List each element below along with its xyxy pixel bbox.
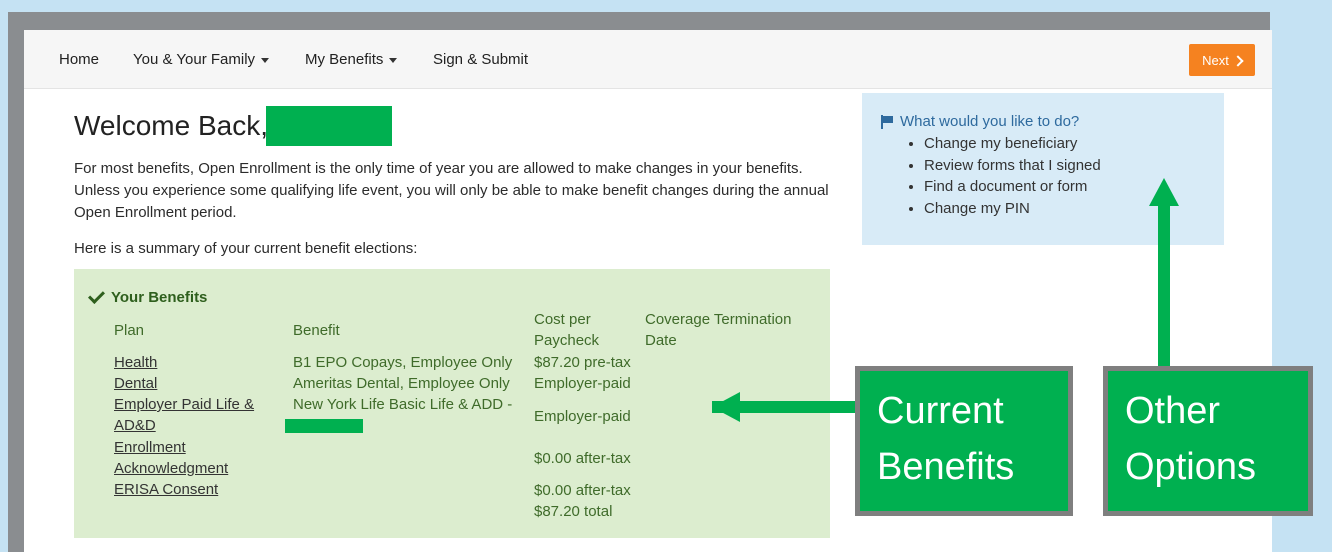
col-header-cost-line2: Paycheck: [534, 332, 600, 349]
cost-health: $87.20 pre-tax: [534, 354, 631, 371]
plan-link-life-line2[interactable]: AD&D: [114, 415, 156, 436]
cost-dental: Employer-paid: [534, 375, 631, 392]
checkmark-icon: [88, 287, 105, 304]
callout-current-line1: Current: [877, 390, 1004, 432]
plan-link-health[interactable]: Health: [114, 352, 157, 373]
action-change-pin[interactable]: Change my PIN: [924, 198, 1101, 220]
callout-other-line1: Other: [1125, 390, 1221, 432]
plan-link-enrollment-line2[interactable]: Acknowledgment: [114, 458, 228, 479]
nav-home[interactable]: Home: [59, 51, 99, 68]
cost-total: $87.20 total: [534, 503, 613, 520]
plan-link-enrollment-line1[interactable]: Enrollment: [114, 437, 186, 458]
nav-my-benefits[interactable]: My Benefits: [305, 51, 398, 68]
action-change-beneficiary[interactable]: Change my beneficiary: [924, 133, 1101, 155]
benefits-heading: Your Benefits: [88, 287, 208, 306]
nav-sign-submit[interactable]: Sign & Submit: [433, 51, 528, 68]
callout-current-line2: Benefits: [877, 446, 1015, 488]
next-button-label: Next: [1202, 52, 1229, 68]
what-to-do-heading-label: What would you like to do?: [900, 113, 1080, 130]
what-to-do-heading: What would you like to do?: [880, 113, 1079, 130]
caret-down-icon: [261, 57, 270, 63]
col-header-benefit: Benefit: [293, 322, 340, 339]
callout-other-options: Other Options: [1103, 366, 1313, 516]
benefits-heading-label: Your Benefits: [111, 289, 208, 306]
col-header-plan: Plan: [114, 322, 145, 339]
next-button[interactable]: Next: [1189, 44, 1255, 76]
flag-icon: [880, 114, 894, 129]
page-title: Welcome Back,: [74, 110, 268, 141]
benefit-life: New York Life Basic Life & ADD -: [293, 396, 513, 413]
col-header-termination-line1: Coverage Termination: [645, 311, 792, 328]
action-review-forms[interactable]: Review forms that I signed: [924, 155, 1101, 177]
nav-you-and-family[interactable]: You & Your Family: [133, 51, 270, 68]
cost-erisa: $0.00 after-tax: [534, 482, 631, 499]
arrow-up-shaft: [1158, 190, 1170, 368]
benefit-health: B1 EPO Copays, Employee Only: [293, 354, 513, 371]
app-screen: Home You & Your Family My Benefits Sign …: [24, 30, 1272, 552]
plan-link-life-line1[interactable]: Employer Paid Life &: [114, 394, 254, 415]
monitor-frame: Home You & Your Family My Benefits Sign …: [8, 12, 1272, 552]
chevron-right-icon: [1232, 54, 1244, 67]
action-list: Change my beneficiary Review forms that …: [924, 133, 1101, 219]
top-navbar: Home You & Your Family My Benefits Sign …: [24, 30, 1272, 89]
col-header-cost-line1: Cost per: [534, 311, 591, 328]
plan-link-dental[interactable]: Dental: [114, 373, 157, 394]
cost-enrollment: $0.00 after-tax: [534, 450, 631, 467]
redacted-username: [266, 106, 392, 146]
arrow-up-icon: [1149, 178, 1179, 206]
callout-current-benefits: Current Benefits: [855, 366, 1073, 516]
caret-down-icon: [389, 57, 398, 63]
action-find-document[interactable]: Find a document or form: [924, 176, 1101, 198]
intro-text: For most benefits, Open Enrollment is th…: [74, 160, 829, 221]
plan-link-erisa[interactable]: ERISA Consent: [114, 479, 218, 500]
summary-text: Here is a summary of your current benefi…: [74, 240, 418, 257]
cost-life: Employer-paid: [534, 408, 631, 425]
redacted-benefit-detail: [285, 419, 363, 433]
callout-other-line2: Options: [1125, 446, 1256, 488]
arrow-left-icon: [712, 392, 740, 422]
benefit-dental: Ameritas Dental, Employee Only: [293, 375, 510, 392]
nav-my-benefits-label: My Benefits: [305, 51, 384, 68]
nav-you-and-family-label: You & Your Family: [133, 51, 256, 68]
col-header-termination-line2: Date: [645, 332, 677, 349]
